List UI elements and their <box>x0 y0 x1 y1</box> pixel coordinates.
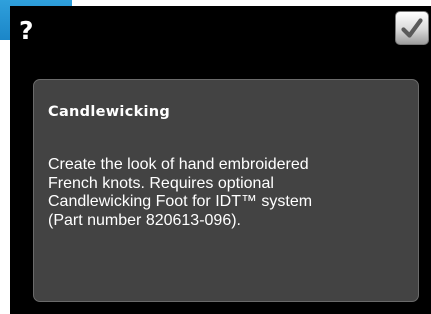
help-icon: ? <box>19 16 34 45</box>
info-title: Candlewicking <box>48 104 171 120</box>
info-description: Create the look of hand embroidered Fren… <box>48 156 313 229</box>
info-panel: Candlewicking Create the look of hand em… <box>33 79 419 302</box>
help-dialog: ? Candlewicking Create the look of hand … <box>10 6 431 314</box>
checkmark-icon <box>401 18 423 38</box>
confirm-button[interactable] <box>395 11 429 45</box>
